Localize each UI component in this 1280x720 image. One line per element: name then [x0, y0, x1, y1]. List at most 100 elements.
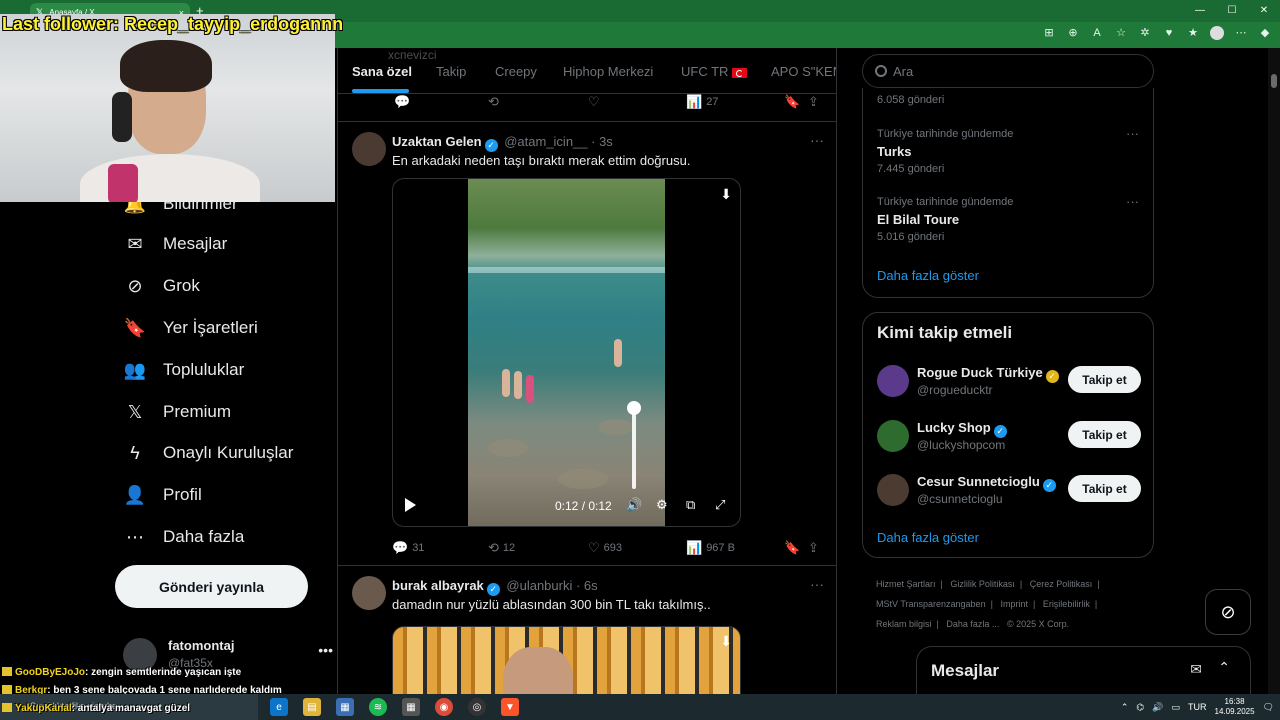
chrome-icon[interactable]: ◉ [435, 698, 453, 716]
scrollbar-thumb[interactable] [1271, 74, 1277, 88]
clock[interactable]: 16:38 14.09.2025 [1215, 697, 1255, 717]
views-button[interactable]: 📊 967 B [686, 540, 735, 556]
volume-icon[interactable]: 🔊 [626, 497, 642, 513]
download-icon[interactable]: ⬇ [720, 633, 732, 650]
suggestion-name[interactable]: Cesur Sunnetcioglu ✓ [917, 474, 1059, 492]
sidebar-item-communities[interactable]: 👥 Topluluklar [123, 352, 244, 388]
tab-apo[interactable]: APO S"KEN [771, 64, 836, 79]
tweet-time[interactable]: · 6s [576, 578, 598, 593]
tab-hiphop[interactable]: Hiphop Merkezi [563, 64, 653, 79]
tweet[interactable]: burak albayrak ✓ @ulanburki · 6s ··· dama… [338, 565, 836, 694]
footer-link[interactable]: Gizlilik Politikası [950, 579, 1015, 589]
edge-icon[interactable]: e [270, 698, 288, 716]
trend-name[interactable]: Turks [877, 144, 911, 159]
like-button[interactable]: ♡ 693 [588, 540, 622, 556]
extensions-icon[interactable]: ✲ [1138, 26, 1152, 40]
more-dots-icon[interactable]: ··· [1126, 126, 1139, 141]
footer-link[interactable]: Erişilebilirlik [1043, 599, 1090, 609]
sidebar-item-more[interactable]: ⋯ Daha fazla [123, 519, 244, 555]
battery-icon[interactable]: ▭ [1172, 702, 1181, 713]
language-indicator[interactable]: TUR [1188, 702, 1207, 712]
copilot-icon[interactable]: ◆ [1258, 26, 1272, 40]
page-scrollbar[interactable] [1268, 48, 1280, 694]
follow-button[interactable]: Takip et [1068, 475, 1141, 502]
search-input[interactable]: Ara [862, 54, 1154, 88]
new-message-icon[interactable]: ✉ [1190, 661, 1202, 678]
show-more-link[interactable]: Daha fazla göster [877, 530, 979, 545]
footer-link[interactable]: Çerez Politikası [1030, 579, 1093, 589]
show-more-link[interactable]: Daha fazla göster [877, 268, 979, 283]
browser-essentials-icon[interactable]: ♥ [1162, 26, 1176, 40]
sidebar-item-messages[interactable]: ✉ Mesajlar [123, 226, 227, 262]
settings-more-icon[interactable]: ⋯ [1234, 26, 1248, 40]
more-dots-icon[interactable]: ··· [810, 132, 824, 148]
maximize-button[interactable]: ☐ [1216, 0, 1248, 22]
more-dots-icon[interactable]: ··· [1126, 194, 1139, 209]
tab-for-you[interactable]: Sana özel [352, 64, 412, 79]
close-window-button[interactable]: ✕ [1248, 0, 1280, 22]
sidebar-item-profile[interactable]: 👤 Profil [123, 477, 202, 513]
avatar[interactable] [877, 420, 909, 452]
picture-in-picture-icon[interactable]: ⧉ [686, 497, 695, 513]
store-icon[interactable]: ▦ [336, 698, 354, 716]
more-dots-icon[interactable]: ··· [810, 576, 824, 592]
zoom-icon[interactable]: ⊕ [1066, 26, 1080, 40]
notifications-icon[interactable]: 🗨 [1263, 702, 1274, 713]
obs-icon[interactable]: ◎ [468, 698, 486, 716]
follow-suggestion[interactable]: Lucky Shop ✓ @luckyshopcom Takip et [877, 418, 1141, 458]
follow-suggestion[interactable]: Rogue Duck Türkiye ✓ @rogueducktr Takip e… [877, 363, 1141, 403]
footer-link[interactable]: MStV Transparenzangaben [876, 599, 986, 609]
suggestion-name[interactable]: Lucky Shop ✓ [917, 420, 1010, 438]
follow-button[interactable]: Takip et [1068, 366, 1141, 393]
tweet[interactable]: Uzaktan Gelen ✓ @atam_icin__ · 3s ··· En … [338, 121, 836, 565]
read-aloud-icon[interactable]: A [1090, 26, 1104, 40]
calculator-icon[interactable]: ▦ [402, 698, 420, 716]
author-name[interactable]: Uzaktan Gelen [392, 134, 482, 149]
sidebar-item-grok[interactable]: ⊘ Grok [123, 268, 199, 304]
messages-drawer[interactable]: Mesajlar ✉ ⌃ [916, 646, 1251, 694]
author-handle[interactable]: @ulanburki [506, 578, 572, 593]
share-icon[interactable]: ⇪ [808, 540, 819, 556]
footer-link[interactable]: Imprint [1000, 599, 1028, 609]
footer-link[interactable]: Daha fazla ... [946, 619, 999, 629]
minimize-button[interactable]: — [1184, 0, 1216, 22]
reply-button[interactable]: 💬 31 [392, 540, 424, 556]
sidebar-item-premium[interactable]: 𝕏 Premium [123, 394, 231, 430]
avatar[interactable] [877, 365, 909, 397]
reply-icon[interactable]: 💬 [394, 94, 410, 110]
retweet-button[interactable]: ⟲ 12 [488, 540, 515, 556]
footer-link[interactable]: Hizmet Şartları [876, 579, 936, 589]
bookmark-icon[interactable]: 🔖 [784, 540, 800, 556]
avatar[interactable] [352, 132, 386, 166]
post-button[interactable]: Gönderi yayınla [115, 565, 308, 608]
trend-name[interactable]: El Bilal Toure [877, 212, 959, 227]
like-icon[interactable]: ♡ [588, 94, 600, 110]
expand-up-icon[interactable]: ⌃ [1218, 659, 1230, 676]
brave-icon[interactable]: ▼ [501, 698, 519, 716]
tray-expand-icon[interactable]: ⌃ [1121, 702, 1129, 713]
spotify-icon[interactable]: ≋ [369, 698, 387, 716]
follow-suggestion[interactable]: Cesur Sunnetcioglu ✓ @csunnetcioglu Takip… [877, 472, 1141, 512]
file-explorer-icon[interactable]: ▤ [303, 698, 321, 716]
favorite-star-icon[interactable]: ☆ [1114, 26, 1128, 40]
download-icon[interactable]: ⬇ [720, 186, 732, 203]
profile-avatar-icon[interactable] [1210, 26, 1224, 40]
avatar[interactable] [877, 474, 909, 506]
footer-link[interactable]: Reklam bilgisi [876, 619, 932, 629]
apps-icon[interactable]: ⊞ [1042, 26, 1056, 40]
views-button[interactable]: 📊 27 [686, 94, 718, 110]
avatar[interactable] [352, 576, 386, 610]
share-icon[interactable]: ⇪ [808, 94, 819, 110]
tab-ufc-tr[interactable]: UFC TR [681, 64, 748, 79]
video-player[interactable]: ⬇ 0:12 / 0:12 🔊 ⚙ ⧉ ⤢ [392, 178, 741, 527]
settings-gear-icon[interactable]: ⚙ [656, 497, 668, 513]
sidebar-item-bookmarks[interactable]: 🔖 Yer İşaretleri [123, 310, 258, 346]
volume-tray-icon[interactable]: 🔊 [1152, 702, 1163, 713]
favorites-icon[interactable]: ★ [1186, 26, 1200, 40]
volume-slider[interactable] [632, 409, 636, 489]
grok-floating-button[interactable]: ⊘ [1205, 589, 1251, 635]
play-icon[interactable] [405, 498, 416, 512]
tweet-image[interactable]: ⬇ [392, 626, 741, 694]
suggestion-name[interactable]: Rogue Duck Türkiye ✓ [917, 365, 1062, 383]
sidebar-item-verified-orgs[interactable]: ϟ Onaylı Kuruluşlar [123, 435, 293, 471]
